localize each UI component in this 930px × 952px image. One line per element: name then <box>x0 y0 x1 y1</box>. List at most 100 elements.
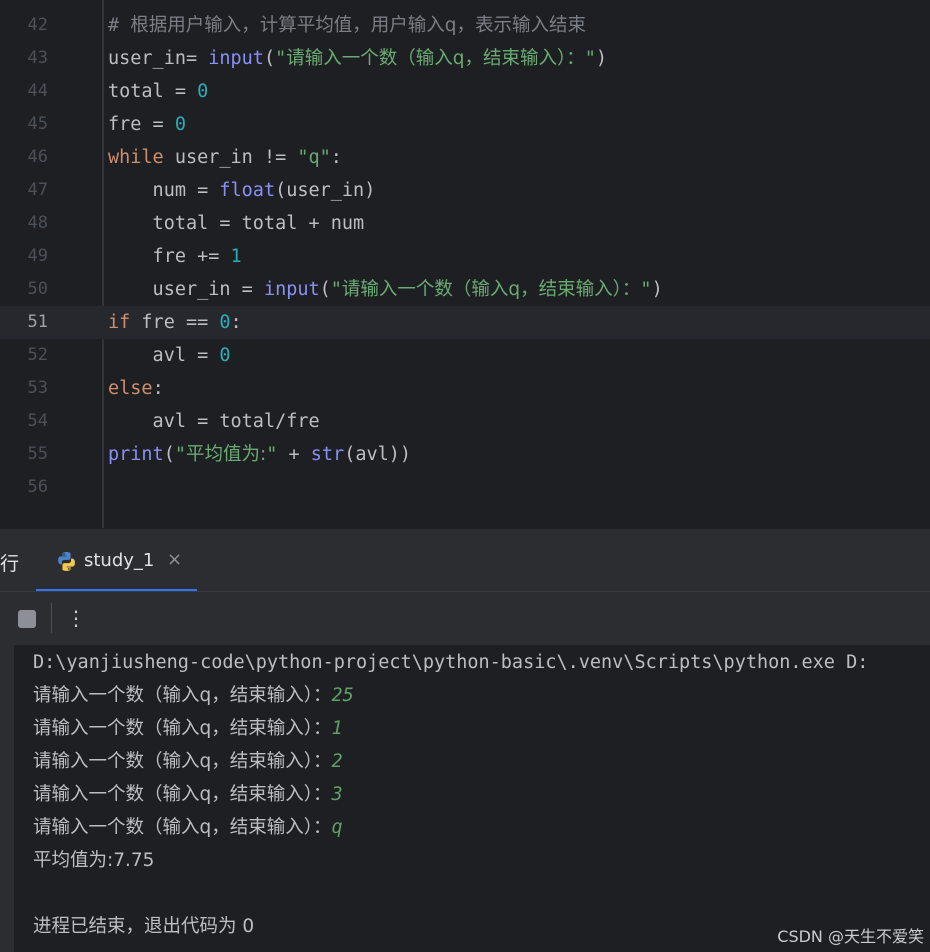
code-token: (avl)) <box>344 444 412 465</box>
code-line[interactable]: 53 else: <box>0 372 930 405</box>
code-token: : <box>230 312 242 333</box>
code-token: user_in= <box>108 48 209 69</box>
code-token: # <box>108 15 131 36</box>
code-line[interactable]: 51 if fre == 0: <box>0 306 930 339</box>
code-token: 1 <box>230 246 242 267</box>
code-token: " <box>266 444 278 465</box>
run-tab-label: study_1 <box>84 550 155 571</box>
code-token: ( <box>319 279 331 300</box>
stop-icon[interactable] <box>18 610 36 628</box>
code-token: total = <box>108 81 198 102</box>
code-text: if fre == 0: <box>108 306 242 339</box>
line-number: 43 <box>27 48 48 68</box>
console-prompt-line: 请输入一个数（输入q，结束输入）：q <box>33 811 343 844</box>
code-text: user_in = input("请输入一个数（输入q，结束输入）：") <box>108 273 663 306</box>
code-text: user_in= input("请输入一个数（输入q，结束输入）：") <box>108 42 607 75</box>
code-token: : <box>330 147 342 168</box>
console-prompt-line: 请输入一个数（输入q，结束输入）：3 <box>33 778 343 811</box>
code-line[interactable]: 46 while user_in != "q": <box>0 141 930 174</box>
code-text: avl = 0 <box>108 339 231 372</box>
watermark: CSDN @天生不爱笑 <box>777 927 924 946</box>
code-line[interactable]: 43 user_in= input("请输入一个数（输入q，结束输入）：") <box>0 42 930 75</box>
code-token: avl = <box>108 345 220 366</box>
code-token: 0 <box>219 312 231 333</box>
more-vertical-icon[interactable]: ⋮ <box>66 604 86 632</box>
code-text: avl = total/fre <box>108 405 320 438</box>
console-user-input: 2 <box>331 751 343 772</box>
console-user-input: 1 <box>331 718 343 739</box>
console-exit-message: 进程已结束，退出代码为 0 <box>33 916 255 937</box>
code-line[interactable]: 55 print("平均值为:" + str(avl)) <box>0 438 930 471</box>
console-prompt-line: 请输入一个数（输入q，结束输入）：25 <box>33 679 354 712</box>
code-text: else: <box>108 372 164 405</box>
code-token: str <box>310 444 345 465</box>
code-token: : <box>152 378 164 399</box>
line-number: 52 <box>27 345 48 365</box>
code-token: user_in = <box>108 279 264 300</box>
line-number: 53 <box>27 378 48 398</box>
code-line[interactable]: 47 num = float(user_in) <box>0 174 930 207</box>
console-prompt-text: 请输入一个数（输入q，结束输入）： <box>33 718 332 739</box>
code-token: " <box>640 279 652 300</box>
console-prompt-line: 请输入一个数（输入q，结束输入）：2 <box>33 745 343 778</box>
console-result-line: 平均值为:7.75 <box>33 850 155 871</box>
code-token: avl = total/fre <box>108 411 320 432</box>
code-token: fre == <box>130 312 220 333</box>
code-token: input <box>263 279 320 300</box>
code-line[interactable]: 45 fre = 0 <box>0 108 930 141</box>
code-token: " <box>174 444 186 465</box>
code-token: 平均值为: <box>185 444 267 465</box>
code-token: user_in != <box>163 147 298 168</box>
code-token: float <box>219 180 276 201</box>
code-editor[interactable]: 42 # 根据用户输入，计算平均值，用户输入q，表示输入结束 43 user_in= … <box>0 0 930 528</box>
close-icon[interactable]: × <box>167 549 182 570</box>
code-token: 请输入一个数（输入q，结束输入）： <box>286 48 585 69</box>
code-line[interactable]: 50 user_in = input("请输入一个数（输入q，结束输入）：") <box>0 273 930 306</box>
run-toolbar: ⋮ <box>0 591 930 645</box>
console-prompt-text: 请输入一个数（输入q，结束输入）： <box>33 751 332 772</box>
code-text: # 根据用户输入，计算平均值，用户输入q，表示输入结束 <box>108 9 586 42</box>
line-number: 46 <box>27 147 48 167</box>
code-token: total = total + num <box>108 213 365 234</box>
code-token: fre = <box>108 114 175 135</box>
code-token: ( <box>263 48 276 69</box>
line-number: 47 <box>27 180 48 200</box>
code-line[interactable]: 42 # 根据用户输入，计算平均值，用户输入q，表示输入结束 <box>0 9 930 42</box>
code-line[interactable]: 56 <box>0 471 930 504</box>
code-line[interactable]: 49 fre += 1 <box>0 240 930 273</box>
code-text: print("平均值为:" + str(avl)) <box>108 438 411 471</box>
code-text: total = 0 <box>108 75 208 108</box>
code-line[interactable]: 54 avl = total/fre <box>0 405 930 438</box>
line-number: 55 <box>27 444 48 464</box>
code-token: (user_in) <box>275 180 376 201</box>
code-token: ( <box>163 444 175 465</box>
line-number: 50 <box>27 279 48 299</box>
run-tab-study-1[interactable]: study_1 × <box>36 529 197 592</box>
run-console-output[interactable]: D:\yanjiusheng-code\python-project\pytho… <box>14 645 930 952</box>
code-text: total = total + num <box>108 207 365 240</box>
code-line[interactable]: 44 total = 0 <box>0 75 930 108</box>
code-text: while user_in != "q": <box>108 141 342 174</box>
code-token: 0 <box>174 114 186 135</box>
run-tool-window-header: 行 study_1 × <box>0 528 930 592</box>
code-token: print <box>108 444 164 465</box>
code-line[interactable]: 48 total = total + num <box>0 207 930 240</box>
line-number: 44 <box>27 81 48 101</box>
code-token: if <box>108 312 131 333</box>
console-user-input: 25 <box>331 685 354 706</box>
line-number: 56 <box>27 477 48 497</box>
console-user-input: 3 <box>331 784 343 805</box>
code-text: fre = 0 <box>108 108 186 141</box>
code-token: 根据用户输入，计算平均值，用户输入q，表示输入结束 <box>130 15 587 36</box>
console-prompt-line: 请输入一个数（输入q，结束输入）：1 <box>33 712 343 745</box>
code-token: 请输入一个数（输入q，结束输入）： <box>341 279 641 300</box>
line-number: 48 <box>27 213 48 233</box>
console-gutter <box>0 645 14 952</box>
console-user-input: q <box>331 817 343 838</box>
console-command-line: D:\yanjiusheng-code\python-project\pytho… <box>33 652 869 673</box>
code-token: 0 <box>219 345 231 366</box>
code-token: " <box>584 48 596 69</box>
code-line[interactable]: 52 avl = 0 <box>0 339 930 372</box>
code-token: " <box>275 48 287 69</box>
code-token: + <box>277 444 311 465</box>
